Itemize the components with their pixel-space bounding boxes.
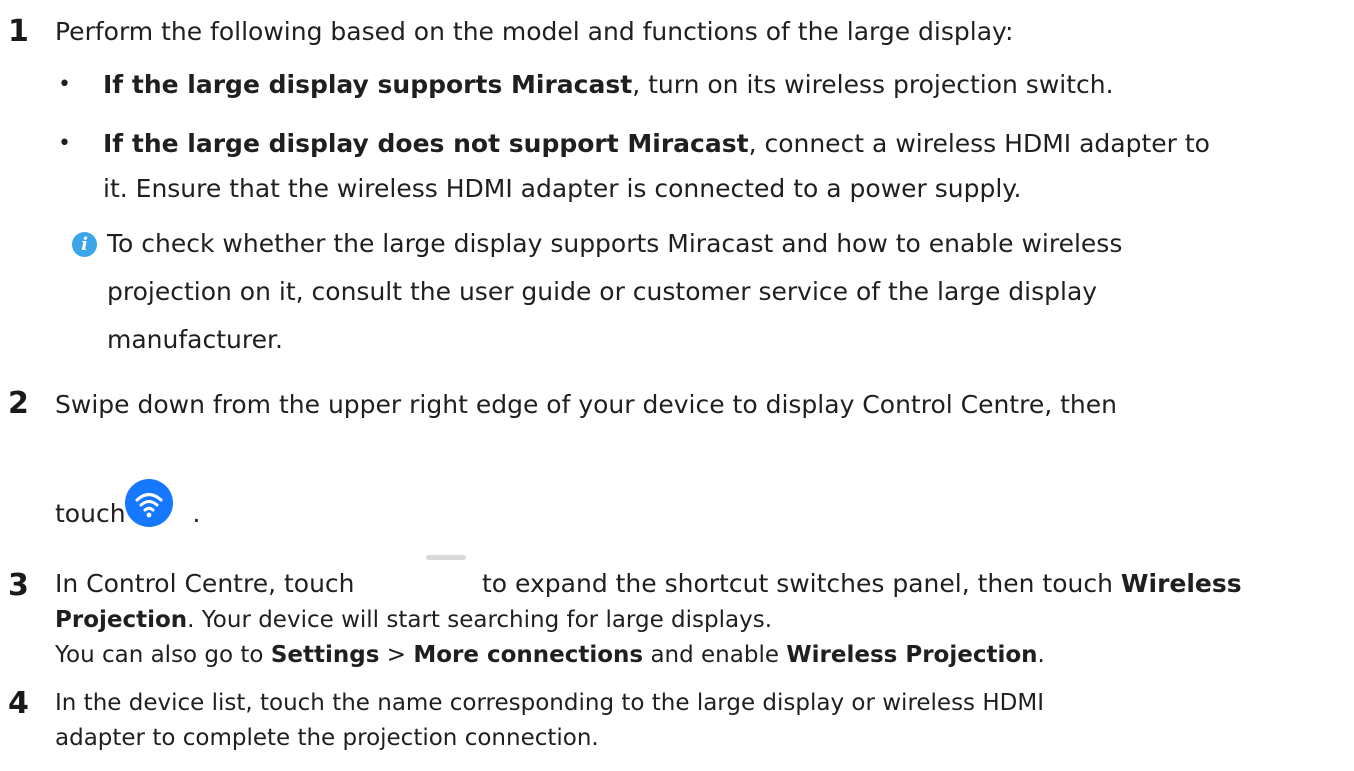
bullet-2-bold: If the large display does not support Mi… xyxy=(103,129,749,158)
step-3-line-2-rest: . Your device will start searching for l… xyxy=(187,607,773,633)
settings-label: Settings xyxy=(270,642,380,668)
step-4-line-1: In the device list, touch the name corre… xyxy=(55,690,1044,716)
step-3-before: In Control Centre, touch xyxy=(55,569,355,598)
step-2-line-1: Swipe down from the upper right edge of … xyxy=(55,390,1117,419)
bullet-2-text: If the large display does not support Mi… xyxy=(103,129,1210,159)
step-number-2: 2 xyxy=(8,386,29,421)
step-2-touch-label: touch xyxy=(55,499,126,528)
step-1-text: Perform the following based on the model… xyxy=(55,17,1014,46)
step-3-enable-text: and enable xyxy=(650,642,779,668)
step-3-wireless: Wireless xyxy=(1120,569,1242,598)
step-3-line-2: Projection. Your device will start searc… xyxy=(55,606,772,634)
step-2-period: . xyxy=(192,499,201,528)
step-3-also-text: You can also go to xyxy=(55,642,264,668)
step-4-line-2: adapter to complete the projection conne… xyxy=(55,725,599,751)
wireless-projection-label: Wireless Projection xyxy=(786,642,1038,668)
wifi-icon xyxy=(125,479,173,527)
bullet-1-rest: , turn on its wireless projection switch… xyxy=(632,70,1114,99)
note-line-2: projection on it, consult the user guide… xyxy=(107,277,1098,306)
step-3-line-3: You can also go to Settings > More conne… xyxy=(55,641,1045,669)
note-line-3: manufacturer. xyxy=(107,325,283,354)
step-3-projection: Projection xyxy=(55,607,188,633)
bullet-1-glyph: • xyxy=(58,72,71,97)
bullet-1-text: If the large display supports Miracast, … xyxy=(103,70,1114,100)
step-number-1: 1 xyxy=(8,14,29,49)
expand-handle-icon xyxy=(426,555,466,560)
step-number-4: 4 xyxy=(8,686,29,721)
note-line-1: To check whether the large display suppo… xyxy=(107,229,1123,258)
step-3-after: to expand the shortcut switches panel, t… xyxy=(482,569,1113,598)
bullet-2-glyph: • xyxy=(58,131,71,156)
bullet-1-bold: If the large display supports Miracast xyxy=(103,70,633,99)
bullet-2-line-2: it. Ensure that the wireless HDMI adapte… xyxy=(103,174,1022,203)
path-separator: > xyxy=(386,642,406,668)
info-icon: i xyxy=(72,232,97,257)
step-3-end: . xyxy=(1037,642,1045,668)
step-3-line-1-after: to expand the shortcut switches panel, t… xyxy=(482,569,1242,599)
step-3-line-1: In Control Centre, touch xyxy=(55,569,355,599)
bullet-2-rest: , connect a wireless HDMI adapter to xyxy=(748,129,1210,158)
step-number-3: 3 xyxy=(8,568,29,603)
more-connections-label: More connections xyxy=(413,642,644,668)
